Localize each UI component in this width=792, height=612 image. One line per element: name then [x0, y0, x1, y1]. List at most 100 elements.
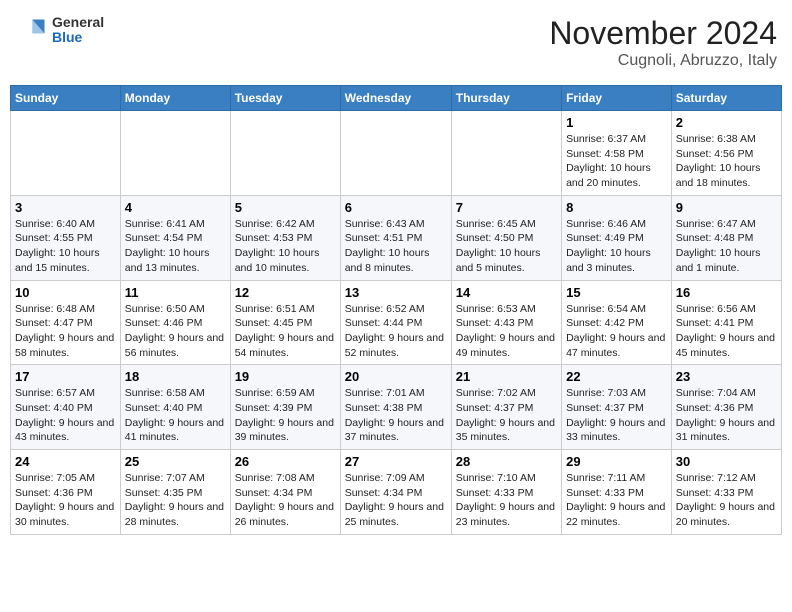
calendar-cell: 13Sunrise: 6:52 AM Sunset: 4:44 PM Dayli… — [340, 280, 451, 365]
day-info: Sunrise: 7:12 AM Sunset: 4:33 PM Dayligh… — [676, 471, 777, 530]
day-info: Sunrise: 7:02 AM Sunset: 4:37 PM Dayligh… — [456, 386, 557, 445]
day-number: 6 — [345, 200, 447, 215]
day-number: 15 — [566, 285, 667, 300]
day-number: 10 — [15, 285, 116, 300]
title-block: November 2024 Cugnoli, Abruzzo, Italy — [549, 15, 777, 70]
calendar-cell: 17 Sunrise: 6:57 AM Sunset: 4:40 PM Dayli… — [11, 365, 121, 450]
logo: General Blue — [20, 15, 104, 46]
day-info: Sunrise: 6:40 AM Sunset: 4:55 PM Dayligh… — [15, 217, 116, 276]
calendar-header: SundayMondayTuesdayWednesdayThursdayFrid… — [11, 86, 782, 111]
calendar-cell: 8 Sunrise: 6:46 AM Sunset: 4:49 PM Daylig… — [562, 195, 672, 280]
day-info: Sunrise: 7:04 AM Sunset: 4:36 PM Dayligh… — [676, 386, 777, 445]
day-info: Sunrise: 6:37 AM Sunset: 4:58 PM Dayligh… — [566, 132, 667, 191]
day-info: Sunrise: 7:07 AM Sunset: 4:35 PM Dayligh… — [125, 471, 226, 530]
day-number: 27 — [345, 454, 447, 469]
day-of-week-wednesday: Wednesday — [340, 86, 451, 111]
logo-general: General — [52, 15, 104, 30]
day-number: 24 — [15, 454, 116, 469]
day-info: Sunrise: 7:05 AM Sunset: 4:36 PM Dayligh… — [15, 471, 116, 530]
week-row-0: 1 Sunrise: 6:37 AM Sunset: 4:58 PM Daylig… — [11, 111, 782, 196]
calendar-cell: 24 Sunrise: 7:05 AM Sunset: 4:36 PM Dayli… — [11, 450, 121, 535]
day-number: 8 — [566, 200, 667, 215]
header-row: SundayMondayTuesdayWednesdayThursdayFrid… — [11, 86, 782, 111]
day-info: Sunrise: 6:42 AM Sunset: 4:53 PM Dayligh… — [235, 217, 336, 276]
calendar-body: 1 Sunrise: 6:37 AM Sunset: 4:58 PM Daylig… — [11, 111, 782, 535]
day-number: 16 — [676, 285, 777, 300]
calendar-cell: 21Sunrise: 7:02 AM Sunset: 4:37 PM Dayli… — [451, 365, 561, 450]
day-number: 26 — [235, 454, 336, 469]
calendar-cell: 2 Sunrise: 6:38 AM Sunset: 4:56 PM Daylig… — [671, 111, 781, 196]
calendar-cell — [11, 111, 121, 196]
day-info: Sunrise: 6:50 AM Sunset: 4:46 PM Dayligh… — [125, 302, 226, 361]
calendar-table: SundayMondayTuesdayWednesdayThursdayFrid… — [10, 85, 782, 535]
calendar-cell: 10Sunrise: 6:48 AM Sunset: 4:47 PM Dayli… — [11, 280, 121, 365]
day-info: Sunrise: 6:45 AM Sunset: 4:50 PM Dayligh… — [456, 217, 557, 276]
day-number: 23 — [676, 369, 777, 384]
calendar-cell: 23 Sunrise: 7:04 AM Sunset: 4:36 PM Dayli… — [671, 365, 781, 450]
calendar-cell: 26Sunrise: 7:08 AM Sunset: 4:34 PM Dayli… — [230, 450, 340, 535]
day-of-week-thursday: Thursday — [451, 86, 561, 111]
day-info: Sunrise: 7:11 AM Sunset: 4:33 PM Dayligh… — [566, 471, 667, 530]
calendar-cell: 30 Sunrise: 7:12 AM Sunset: 4:33 PM Dayli… — [671, 450, 781, 535]
day-info: Sunrise: 7:10 AM Sunset: 4:33 PM Dayligh… — [456, 471, 557, 530]
day-info: Sunrise: 6:47 AM Sunset: 4:48 PM Dayligh… — [676, 217, 777, 276]
calendar-cell: 19 Sunrise: 6:59 AM Sunset: 4:39 PM Dayli… — [230, 365, 340, 450]
day-info: Sunrise: 6:43 AM Sunset: 4:51 PM Dayligh… — [345, 217, 447, 276]
calendar-cell: 6 Sunrise: 6:43 AM Sunset: 4:51 PM Daylig… — [340, 195, 451, 280]
day-of-week-friday: Friday — [562, 86, 672, 111]
day-number: 18 — [125, 369, 226, 384]
week-row-1: 3 Sunrise: 6:40 AM Sunset: 4:55 PM Daylig… — [11, 195, 782, 280]
location: Cugnoli, Abruzzo, Italy — [549, 52, 777, 70]
calendar-cell — [230, 111, 340, 196]
day-number: 28 — [456, 454, 557, 469]
day-number: 9 — [676, 200, 777, 215]
day-info: Sunrise: 6:54 AM Sunset: 4:42 PM Dayligh… — [566, 302, 667, 361]
day-info: Sunrise: 6:58 AM Sunset: 4:40 PM Dayligh… — [125, 386, 226, 445]
day-info: Sunrise: 6:51 AM Sunset: 4:45 PM Dayligh… — [235, 302, 336, 361]
day-number: 17 — [15, 369, 116, 384]
day-of-week-tuesday: Tuesday — [230, 86, 340, 111]
calendar-cell: 3 Sunrise: 6:40 AM Sunset: 4:55 PM Daylig… — [11, 195, 121, 280]
day-number: 29 — [566, 454, 667, 469]
week-row-2: 10Sunrise: 6:48 AM Sunset: 4:47 PM Dayli… — [11, 280, 782, 365]
day-number: 7 — [456, 200, 557, 215]
day-number: 12 — [235, 285, 336, 300]
month-title: November 2024 — [549, 15, 777, 52]
calendar-cell: 12 Sunrise: 6:51 AM Sunset: 4:45 PM Dayli… — [230, 280, 340, 365]
day-number: 2 — [676, 115, 777, 130]
day-number: 30 — [676, 454, 777, 469]
day-info: Sunrise: 6:38 AM Sunset: 4:56 PM Dayligh… — [676, 132, 777, 191]
logo-icon — [20, 16, 48, 44]
calendar-cell: 18 Sunrise: 6:58 AM Sunset: 4:40 PM Dayli… — [120, 365, 230, 450]
calendar-cell — [340, 111, 451, 196]
day-info: Sunrise: 6:41 AM Sunset: 4:54 PM Dayligh… — [125, 217, 226, 276]
day-info: Sunrise: 7:01 AM Sunset: 4:38 PM Dayligh… — [345, 386, 447, 445]
day-number: 22 — [566, 369, 667, 384]
day-of-week-saturday: Saturday — [671, 86, 781, 111]
week-row-4: 24 Sunrise: 7:05 AM Sunset: 4:36 PM Dayli… — [11, 450, 782, 535]
week-row-3: 17 Sunrise: 6:57 AM Sunset: 4:40 PM Dayli… — [11, 365, 782, 450]
day-info: Sunrise: 7:03 AM Sunset: 4:37 PM Dayligh… — [566, 386, 667, 445]
calendar-cell: 28 Sunrise: 7:10 AM Sunset: 4:33 PM Dayli… — [451, 450, 561, 535]
day-number: 25 — [125, 454, 226, 469]
page-header: General Blue November 2024 Cugnoli, Abru… — [10, 10, 782, 75]
day-number: 11 — [125, 285, 226, 300]
day-number: 19 — [235, 369, 336, 384]
calendar-cell — [120, 111, 230, 196]
calendar-cell: 14Sunrise: 6:53 AM Sunset: 4:43 PM Dayli… — [451, 280, 561, 365]
day-number: 5 — [235, 200, 336, 215]
calendar-cell: 15 Sunrise: 6:54 AM Sunset: 4:42 PM Dayli… — [562, 280, 672, 365]
day-info: Sunrise: 6:59 AM Sunset: 4:39 PM Dayligh… — [235, 386, 336, 445]
day-number: 13 — [345, 285, 447, 300]
calendar-cell: 20Sunrise: 7:01 AM Sunset: 4:38 PM Dayli… — [340, 365, 451, 450]
calendar-cell: 27Sunrise: 7:09 AM Sunset: 4:34 PM Dayli… — [340, 450, 451, 535]
day-number: 1 — [566, 115, 667, 130]
day-info: Sunrise: 6:46 AM Sunset: 4:49 PM Dayligh… — [566, 217, 667, 276]
day-number: 4 — [125, 200, 226, 215]
calendar-cell — [451, 111, 561, 196]
calendar-cell: 5 Sunrise: 6:42 AM Sunset: 4:53 PM Daylig… — [230, 195, 340, 280]
day-number: 3 — [15, 200, 116, 215]
calendar-cell: 4 Sunrise: 6:41 AM Sunset: 4:54 PM Daylig… — [120, 195, 230, 280]
day-info: Sunrise: 6:57 AM Sunset: 4:40 PM Dayligh… — [15, 386, 116, 445]
calendar-cell: 1 Sunrise: 6:37 AM Sunset: 4:58 PM Daylig… — [562, 111, 672, 196]
